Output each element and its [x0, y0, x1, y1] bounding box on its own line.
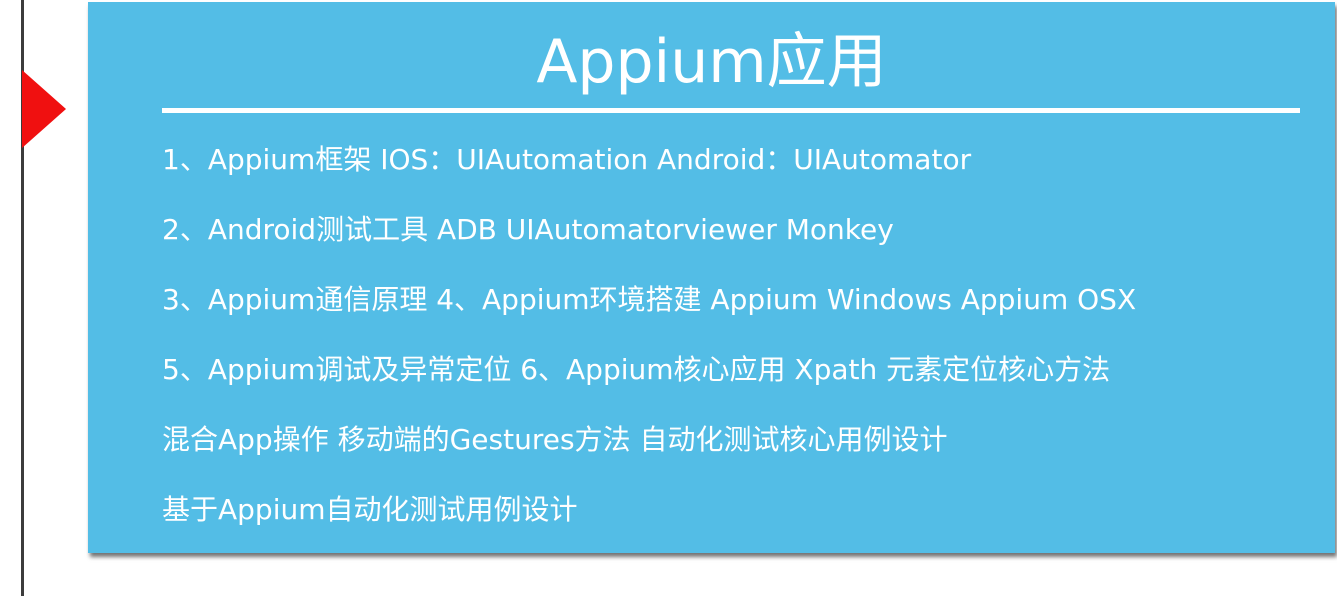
topic-line-5: 混合App操作 移动端的Gestures方法 自动化测试核心用例设计 [162, 423, 948, 456]
topic-line-4: 5、Appium调试及异常定位 6、Appium核心应用 Xpath 元素定位核… [162, 353, 1111, 386]
title-divider [162, 108, 1300, 113]
red-triangle-marker-icon [22, 70, 66, 148]
topic-line-6: 基于Appium自动化测试用例设计 [162, 493, 578, 526]
content-panel: Appium应用 1、Appium框架 IOS：UIAutomation And… [88, 2, 1335, 553]
topic-line-1: 1、Appium框架 IOS：UIAutomation Android：UIAu… [162, 143, 972, 176]
slide-title: Appium应用 [536, 27, 887, 97]
topic-list: 1、Appium框架 IOS：UIAutomation Android：UIAu… [162, 136, 1322, 556]
topic-line-2: 2、Android测试工具 ADB UIAutomatorviewer Monk… [162, 213, 894, 246]
topic-line-3: 3、Appium通信原理 4、Appium环境搭建 Appium Windows… [162, 283, 1137, 316]
